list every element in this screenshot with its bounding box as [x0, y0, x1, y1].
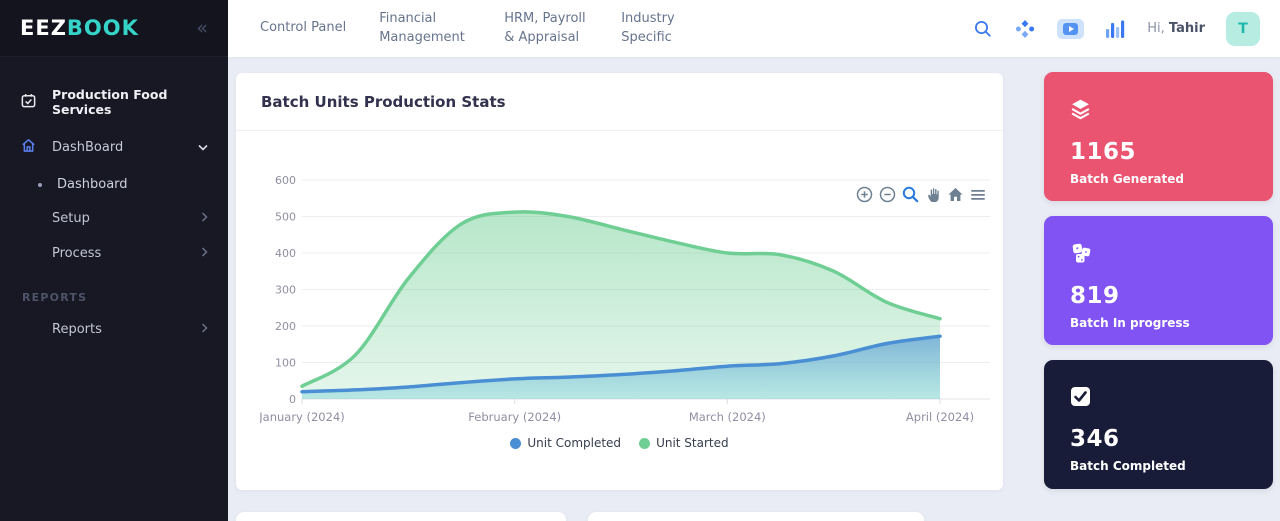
zoom-in-icon[interactable]	[856, 186, 873, 203]
chart-body: 0 100 200 300 400 500 600 January (2024) Februar…	[236, 160, 1003, 450]
chart-card-header: Batch Units Production Stats	[236, 73, 1003, 131]
layers-icon	[1070, 105, 1091, 124]
sidebar-item-label: Dashboard	[57, 177, 208, 192]
stat-value: 819	[1070, 283, 1247, 309]
stat-label: Batch Generated	[1070, 172, 1247, 186]
legend-label: Unit Completed	[527, 436, 621, 450]
svg-text:400: 400	[275, 247, 296, 260]
chevron-right-icon	[201, 211, 208, 226]
user-greeting: Hi, Tahir	[1147, 21, 1205, 36]
nav-item-industry-specific[interactable]: Industry Specific	[621, 10, 683, 48]
legend-item-unit-started[interactable]: Unit Started	[639, 436, 729, 450]
legend-item-unit-completed[interactable]: Unit Completed	[510, 436, 621, 450]
stat-card-batch-in-progress[interactable]: 819 Batch In progress	[1044, 216, 1273, 345]
sidebar-item-dashboard[interactable]: Dashboard	[0, 168, 228, 201]
sidebar-collapse-icon[interactable]: «	[196, 19, 208, 38]
sidebar-item-reports[interactable]: Reports	[0, 312, 228, 347]
sidebar-item-dashboard-parent[interactable]: DashBoard	[0, 127, 228, 168]
chevron-right-icon	[201, 246, 208, 261]
reset-home-icon[interactable]	[947, 186, 964, 203]
pan-icon[interactable]	[925, 186, 941, 203]
stat-value: 1165	[1070, 139, 1247, 165]
topnav: Control Panel Financial Management HRM, …	[260, 10, 683, 48]
chevron-right-icon	[201, 322, 208, 337]
apps-icon[interactable]	[1014, 18, 1036, 40]
svg-text:February (2024): February (2024)	[468, 410, 561, 424]
selection-zoom-icon[interactable]	[902, 186, 919, 203]
svg-text:April (2024): April (2024)	[906, 410, 974, 424]
avatar[interactable]: T	[1226, 12, 1260, 46]
bar-chart-icon[interactable]	[1105, 19, 1126, 39]
stat-label: Batch Completed	[1070, 459, 1247, 473]
nav-item-financial-management[interactable]: Financial Management	[379, 10, 471, 48]
sidebar: EEZBOOK « Production Food Services DashB…	[0, 0, 228, 521]
calendar-check-icon	[20, 92, 37, 112]
topbar: Control Panel Financial Management HRM, …	[228, 0, 1280, 57]
svg-text:300: 300	[275, 284, 296, 297]
logo-bar: EEZBOOK «	[0, 0, 228, 57]
nav-item-hrm-payroll-appraisal[interactable]: HRM, Payroll & Appraisal	[504, 10, 588, 48]
app-logo: EEZBOOK	[20, 16, 139, 40]
chevron-down-icon	[198, 140, 208, 155]
video-tutorial-icon[interactable]	[1057, 19, 1084, 39]
sidebar-item-label: Reports	[52, 322, 186, 337]
sidebar-item-label: DashBoard	[52, 140, 183, 155]
svg-text:March (2024): March (2024)	[689, 410, 766, 424]
zoom-out-icon[interactable]	[879, 186, 896, 203]
greeting-prefix: Hi,	[1147, 21, 1165, 36]
partial-card-right	[588, 512, 924, 521]
chart-title: Batch Units Production Stats	[261, 93, 506, 111]
bullet-icon	[38, 183, 42, 187]
chart-toolbar	[856, 186, 986, 203]
svg-text:January (2024): January (2024)	[260, 410, 345, 424]
topbar-right: Hi, Tahir T	[973, 12, 1260, 46]
sidebar-item-process[interactable]: Process	[0, 236, 228, 271]
stat-value: 346	[1070, 426, 1247, 452]
sidebar-item-label: Process	[52, 246, 186, 261]
svg-text:100: 100	[275, 357, 296, 370]
search-icon[interactable]	[973, 19, 993, 39]
checkbox-icon	[1070, 392, 1091, 411]
sidebar-item-production-food-services[interactable]: Production Food Services	[0, 79, 228, 127]
logo-text-primary: EEZ	[20, 16, 67, 40]
svg-text:600: 600	[275, 174, 296, 187]
legend-dot-blue	[510, 438, 521, 449]
stat-label: Batch In progress	[1070, 316, 1247, 330]
legend-label: Unit Started	[656, 436, 729, 450]
home-icon	[20, 137, 37, 158]
dice-icon	[1070, 249, 1092, 268]
svg-text:200: 200	[275, 320, 296, 333]
svg-text:500: 500	[275, 211, 296, 224]
sidebar-menu: Production Food Services DashBoard Dashb…	[0, 57, 228, 347]
sidebar-item-setup[interactable]: Setup	[0, 201, 228, 236]
chart-card: Batch Units Production Stats	[236, 73, 1003, 490]
logo-text-accent: BOOK	[67, 16, 139, 40]
chart-legend: Unit Completed Unit Started	[236, 436, 1003, 450]
stat-card-batch-generated[interactable]: 1165 Batch Generated	[1044, 72, 1273, 201]
sidebar-item-label: Production Food Services	[52, 87, 208, 117]
menu-icon[interactable]	[970, 188, 986, 202]
nav-item-control-panel[interactable]: Control Panel	[260, 19, 346, 38]
sidebar-section-reports: REPORTS	[0, 271, 228, 312]
legend-dot-green	[639, 438, 650, 449]
sidebar-item-label: Setup	[52, 211, 186, 226]
user-name: Tahir	[1169, 21, 1205, 36]
partial-card-left	[236, 512, 566, 521]
svg-text:0: 0	[289, 393, 296, 406]
stat-card-batch-completed[interactable]: 346 Batch Completed	[1044, 360, 1273, 489]
